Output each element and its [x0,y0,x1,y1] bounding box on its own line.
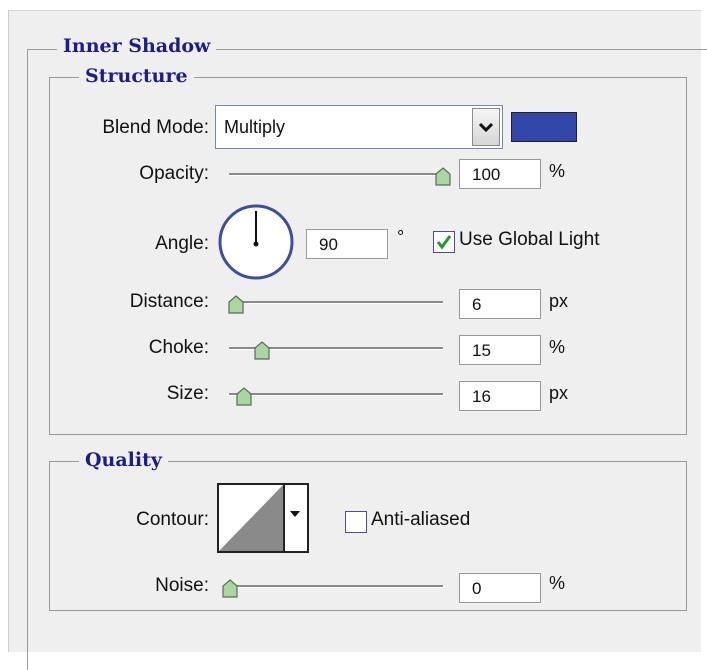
choke-slider-thumb[interactable] [253,341,271,361]
blend-mode-label: Blend Mode: [102,117,209,138]
inner-shadow-title: Inner Shadow [57,35,217,57]
angle-dial[interactable] [217,203,295,281]
size-unit: px [549,383,569,403]
angle-input[interactable]: 90 [306,229,388,259]
opacity-input[interactable]: 100 [459,159,541,189]
size-label: Size: [166,383,209,404]
opacity-slider-track[interactable] [229,173,443,176]
choke-input[interactable]: 15 [459,335,541,365]
use-global-light-label[interactable]: Use Global Light [459,229,599,251]
use-global-light-checkbox[interactable] [433,231,455,253]
shadow-color-swatch[interactable] [511,112,577,142]
anti-aliased-label[interactable]: Anti-aliased [371,509,470,531]
distance-input[interactable]: 6 [459,289,541,319]
layer-style-panel: Inner Shadow Structure Blend Mode: Multi… [8,10,707,670]
checkmark-icon [436,235,452,250]
contour-dropdown-button[interactable] [283,485,307,551]
noise-slider-thumb[interactable] [221,579,239,599]
blend-mode-value: Multiply [224,117,286,137]
choke-label: Choke: [148,337,209,358]
structure-title: Structure [79,65,194,87]
noise-unit: % [549,573,566,593]
opacity-label: Opacity: [139,163,209,184]
opacity-unit: % [549,161,566,181]
opacity-slider-thumb[interactable] [434,167,452,187]
anti-aliased-checkbox[interactable] [345,511,367,533]
noise-input[interactable]: 0 [459,573,541,603]
quality-title: Quality [79,449,168,471]
contour-label: Contour: [136,509,209,530]
contour-picker[interactable] [217,483,309,553]
distance-unit: px [549,291,569,311]
size-slider-thumb[interactable] [235,387,253,407]
size-input[interactable]: 16 [459,381,541,411]
distance-slider-track[interactable] [229,301,443,304]
caret-down-icon [290,511,300,517]
distance-slider-thumb[interactable] [227,295,245,315]
distance-label: Distance: [129,291,209,312]
noise-label: Noise: [155,575,209,596]
size-slider-track[interactable] [229,393,443,396]
angle-unit: ° [397,227,405,247]
angle-label: Angle: [155,233,209,254]
contour-curve-icon [219,485,283,551]
chevron-down-icon[interactable] [472,108,500,146]
blend-mode-select[interactable]: Multiply [215,105,503,149]
noise-slider-track[interactable] [229,585,443,588]
choke-unit: % [549,337,566,357]
